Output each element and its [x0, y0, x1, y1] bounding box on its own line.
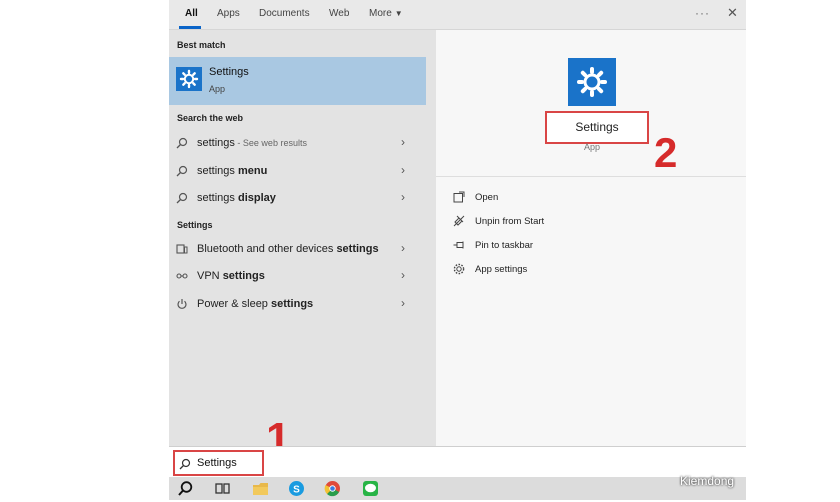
open-icon — [453, 191, 465, 203]
tab-web[interactable]: Web — [329, 8, 349, 19]
task-view-icon[interactable] — [214, 480, 231, 497]
web-result-item[interactable]: settings - See web results › — [169, 133, 426, 155]
settings-result-label: Power & sleep settings — [197, 298, 313, 310]
search-bar: Settings — [169, 446, 746, 477]
web-result-bold: menu — [237, 165, 268, 177]
action-open[interactable]: Open — [453, 189, 653, 207]
action-pin-label: Pin to taskbar — [475, 240, 534, 251]
search-icon — [176, 165, 188, 177]
gear-icon — [453, 263, 465, 275]
tab-all[interactable]: All — [185, 8, 198, 19]
action-open-label: Open — [475, 192, 499, 203]
web-result-term: settings — [197, 192, 238, 204]
taskbar-search-icon[interactable] — [177, 480, 194, 497]
search-icon — [176, 192, 188, 204]
web-result-term: settings — [197, 165, 238, 177]
chevron-right-icon[interactable]: › — [401, 296, 405, 310]
search-input-value: Settings — [197, 457, 237, 469]
settings-result-label: Bluetooth and other devices settings — [197, 243, 379, 255]
chevron-right-icon[interactable]: › — [401, 135, 405, 149]
pin-icon — [453, 239, 465, 251]
search-input[interactable]: Settings — [173, 450, 264, 476]
detail-type: App — [584, 142, 601, 152]
tab-documents[interactable]: Documents — [259, 8, 310, 19]
watermark: Kiemdong — [680, 474, 735, 488]
tab-more-label: More — [369, 8, 392, 19]
search-icon — [179, 457, 191, 470]
web-result-bold: display — [237, 192, 276, 204]
settings-result-text: VPN — [197, 270, 223, 282]
web-result-label: settings display — [197, 192, 276, 204]
action-pin-taskbar[interactable]: Pin to taskbar — [453, 237, 653, 255]
chevron-right-icon[interactable]: › — [401, 163, 405, 177]
section-search-web: Search the web — [177, 113, 244, 123]
skype-icon[interactable]: S — [288, 480, 305, 497]
gear-icon — [179, 69, 199, 89]
chevron-down-icon: ▼ — [394, 9, 403, 18]
settings-result-item[interactable]: VPN settings › — [169, 266, 426, 288]
detail-pane: Settings App 2 Open Unpin from Start Pin… — [436, 30, 746, 446]
action-unpin-label: Unpin from Start — [475, 216, 545, 227]
chevron-right-icon[interactable]: › — [401, 241, 405, 255]
settings-result-item[interactable]: Power & sleep settings › — [169, 294, 426, 316]
settings-result-bold: settings — [222, 270, 265, 282]
web-result-label: settings menu — [197, 165, 267, 177]
tab-apps[interactable]: Apps — [217, 8, 240, 19]
divider — [436, 176, 746, 177]
power-icon — [176, 298, 188, 310]
chrome-icon[interactable] — [324, 480, 341, 497]
chevron-right-icon[interactable]: › — [401, 268, 405, 282]
start-search-window: All Apps Documents Web More ▼ ··· ✕ Best … — [169, 0, 746, 500]
web-result-label: settings - See web results — [197, 137, 307, 149]
unpin-icon — [453, 215, 465, 227]
chevron-right-icon[interactable]: › — [401, 190, 405, 204]
web-result-item[interactable]: settings menu › — [169, 161, 426, 183]
vpn-icon — [176, 270, 188, 282]
detail-title[interactable]: Settings — [545, 111, 649, 144]
line-icon[interactable] — [362, 480, 379, 497]
web-result-term: settings — [197, 137, 235, 149]
web-result-item[interactable]: settings display › — [169, 188, 426, 210]
settings-result-label: VPN settings — [197, 270, 265, 282]
active-tab-indicator — [179, 26, 201, 29]
best-match-item[interactable]: Settings App — [169, 57, 426, 105]
gear-icon — [577, 67, 607, 97]
search-icon — [176, 137, 188, 149]
results-pane: Best match Settings App Search the web s… — [169, 30, 436, 463]
section-best-match: Best match — [177, 40, 226, 50]
settings-result-bold: settings — [270, 298, 314, 310]
best-match-title: Settings — [209, 66, 249, 78]
file-explorer-icon[interactable] — [252, 480, 269, 497]
action-app-settings[interactable]: App settings — [453, 261, 653, 279]
svg-text:S: S — [293, 485, 300, 496]
taskbar: S — [169, 477, 746, 500]
tab-more[interactable]: More ▼ — [369, 8, 403, 19]
step-2-annotation: 2 — [654, 129, 678, 176]
more-options-icon[interactable]: ··· — [695, 6, 710, 20]
web-result-hint: - See web results — [234, 138, 307, 148]
settings-result-item[interactable]: Bluetooth and other devices settings › — [169, 239, 426, 261]
app-large-tile — [568, 58, 616, 106]
settings-result-bold: settings — [336, 243, 379, 255]
filter-tabs: All Apps Documents Web More ▼ ··· ✕ — [169, 0, 746, 30]
best-match-subtitle: App — [209, 84, 226, 94]
settings-result-text: Bluetooth and other devices — [197, 243, 337, 255]
action-app-settings-label: App settings — [475, 264, 528, 275]
settings-result-text: Power & sleep — [197, 298, 271, 310]
section-settings: Settings — [177, 220, 213, 230]
close-icon[interactable]: ✕ — [727, 5, 738, 21]
bluetooth-devices-icon — [176, 243, 188, 255]
app-tile — [176, 67, 202, 91]
action-unpin-start[interactable]: Unpin from Start — [453, 213, 653, 231]
